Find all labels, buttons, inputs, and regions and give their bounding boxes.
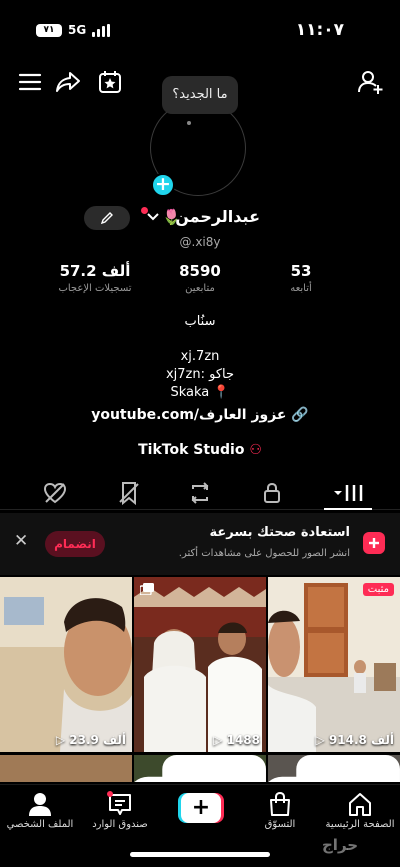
chevron-down-icon[interactable]: [146, 212, 160, 222]
video-thumbnail[interactable]: [0, 755, 132, 782]
video-thumbnail[interactable]: [268, 755, 400, 782]
followers-stat[interactable]: 8590 متابعين: [145, 262, 255, 294]
majlis-thumbnail-art: [134, 577, 266, 752]
menu-icon[interactable]: [16, 68, 44, 96]
haraj-watermark: حراج: [322, 836, 359, 854]
profile-name: عبدالرحمن: [175, 207, 260, 226]
video-thumbnail[interactable]: مثبت ▷ 914.8 ألف: [268, 577, 400, 752]
nav-profile[interactable]: الملف الشخصي: [0, 791, 80, 830]
profile-icon: [29, 793, 51, 816]
home-indicator: [130, 852, 270, 857]
multi-photo-icon: [140, 583, 154, 595]
bio-line: Skaka 📍: [170, 385, 230, 400]
video-thumbnail[interactable]: [134, 755, 266, 782]
view-count: ▷ 914.8 ألف: [315, 733, 394, 747]
view-count: ▷ 23.9 ألف: [55, 733, 126, 747]
favorites-hidden-tab-icon[interactable]: [116, 480, 142, 506]
private-tab-icon[interactable]: [259, 480, 285, 506]
battery-indicator: ٧١: [36, 24, 62, 37]
edit-profile-button[interactable]: [84, 206, 130, 230]
multi-photo-icon: [268, 755, 400, 782]
following-stat[interactable]: 53 أتابعه: [246, 262, 356, 294]
nav-home[interactable]: الصفحة الرئيسية: [320, 791, 400, 830]
banner-subtitle: انشر الصور للحصول على مشاهدات أكثر.: [178, 548, 350, 559]
link-icon: 🔗: [291, 407, 309, 423]
calendar-star-icon[interactable]: [96, 68, 124, 96]
pencil-icon: [100, 212, 113, 225]
banner-title: استعادة صحتك بسرعة: [209, 525, 350, 540]
nav-inbox[interactable]: صندوق الوارد: [80, 791, 160, 830]
status-bar: ٧١ 5G ١١:٠٧: [0, 0, 400, 58]
shopping-bag-icon: [270, 791, 290, 816]
network-label: 5G: [68, 23, 87, 37]
name-row: 🌷 عبدالرحمن: [0, 206, 400, 232]
clock: ١١:٠٧: [295, 20, 344, 40]
video-thumbnail[interactable]: ▷ 1488: [134, 577, 266, 752]
person-thumbnail-art: [0, 577, 132, 752]
add-story-button[interactable]: +: [151, 173, 175, 197]
video-thumbnail[interactable]: ▷ 23.9 ألف: [0, 577, 132, 752]
inbox-icon: [107, 791, 131, 815]
multi-photo-icon: [134, 755, 266, 782]
home-icon: [349, 793, 371, 816]
view-count: ▷ 1488: [213, 733, 260, 747]
studio-icon: ⚇: [249, 442, 262, 458]
add-post-icon: [363, 532, 385, 554]
bio-line: سنُاب: [184, 314, 216, 329]
videos-grid-tab-icon[interactable]: [334, 480, 366, 506]
profile-link[interactable]: youtube.com/عزوز العارف 🔗: [0, 407, 400, 423]
pinned-badge: مثبت: [362, 583, 394, 596]
content-tabs: [0, 476, 400, 510]
create-button[interactable]: +: [178, 793, 224, 823]
bio-line: xj.7zn: [180, 349, 220, 364]
post-suggestion-banner: ✕ انضمام استعادة صحتك بسرعة انشر الصور ل…: [0, 513, 400, 575]
share-icon[interactable]: [54, 68, 82, 96]
likes-stat[interactable]: 57.2 ألف تسجيلات الإعجاب: [40, 262, 150, 294]
whats-new-bubble[interactable]: ما الجديد؟: [162, 76, 238, 114]
bio-line: جاكو :xj7zn: [165, 367, 235, 382]
bubble-dot: [187, 121, 191, 125]
signal-icon: [92, 24, 112, 37]
video-grid: ▷ 23.9 ألف ▷ 1488 مثبت ▷ 914.8 ألف: [0, 577, 400, 782]
add-friend-icon[interactable]: [356, 68, 384, 96]
tiktok-studio-link[interactable]: TikTok Studio ⚇: [0, 442, 400, 458]
nav-shop[interactable]: التسوّق: [240, 791, 320, 830]
liked-hidden-tab-icon[interactable]: [42, 480, 68, 506]
profile-handle: @.xi8y: [179, 235, 221, 249]
room-thumbnail-art: [268, 577, 400, 752]
active-tab-indicator: [324, 508, 372, 510]
profile-stats: 57.2 ألف تسجيلات الإعجاب 8590 متابعين 53…: [0, 262, 400, 302]
join-button[interactable]: انضمام: [45, 531, 105, 557]
close-icon[interactable]: ✕: [14, 531, 28, 551]
reposts-tab-icon[interactable]: [187, 480, 213, 506]
